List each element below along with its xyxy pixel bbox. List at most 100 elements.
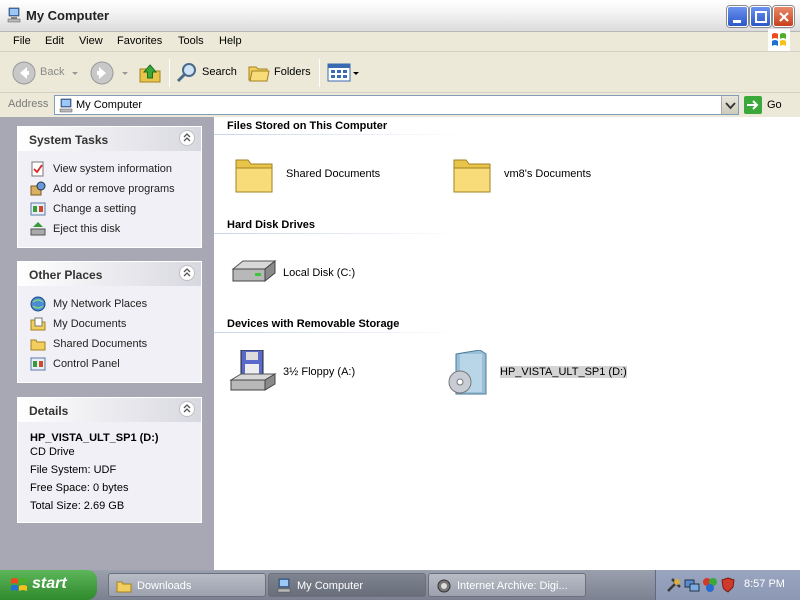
floppy-drive-icon bbox=[229, 350, 277, 391]
control-panel-icon bbox=[30, 202, 46, 216]
taskbar: start Downloads My Computer Internet Arc… bbox=[0, 570, 800, 600]
tray-security-icon[interactable] bbox=[702, 577, 718, 593]
menu-bar: File Edit View Favorites Tools Help bbox=[0, 32, 800, 52]
tray-tools-icon[interactable] bbox=[666, 577, 682, 593]
address-input[interactable]: My Computer bbox=[54, 95, 739, 115]
section-divider bbox=[214, 332, 464, 333]
maximize-button[interactable] bbox=[750, 6, 771, 27]
address-dropdown-button[interactable] bbox=[721, 96, 738, 114]
windows-logo-icon bbox=[768, 29, 790, 51]
forward-arrow-icon[interactable] bbox=[90, 61, 114, 85]
task-my-computer[interactable]: My Computer bbox=[268, 573, 426, 597]
cd-drive-icon bbox=[448, 350, 487, 395]
chevron-up-icon bbox=[183, 268, 191, 277]
details-panel: Details HP_VISTA_ULT_SP1 (D:) CD Drive F… bbox=[17, 397, 202, 523]
folder-icon bbox=[453, 159, 491, 193]
other-places-panel: Other Places My Network Places My Docume… bbox=[17, 261, 202, 383]
panel-title: System Tasks bbox=[29, 133, 109, 147]
system-tray: 8:57 PM bbox=[655, 570, 800, 600]
title-bar[interactable]: My Computer bbox=[0, 0, 800, 32]
my-documents-icon bbox=[30, 317, 46, 331]
computer-icon bbox=[7, 7, 21, 23]
search-button-label[interactable]: Search bbox=[202, 66, 237, 78]
forward-dropdown-icon[interactable] bbox=[120, 61, 130, 85]
tray-shield-icon[interactable] bbox=[720, 577, 736, 593]
folder-icon bbox=[235, 159, 273, 193]
up-folder-icon[interactable] bbox=[138, 61, 162, 85]
system-tasks-panel: System Tasks View system information Add… bbox=[17, 126, 202, 248]
toolbar-separator bbox=[169, 59, 170, 87]
item-local-disk-c[interactable]: Local Disk (C:) bbox=[229, 251, 429, 297]
window-title: My Computer bbox=[26, 8, 110, 23]
toolbar-separator bbox=[319, 59, 320, 87]
content-pane: Files Stored on This Computer Shared Doc… bbox=[214, 117, 800, 570]
chevron-down-icon bbox=[725, 102, 736, 110]
section-title-files: Files Stored on This Computer bbox=[227, 120, 388, 132]
go-label[interactable]: Go bbox=[767, 99, 782, 111]
eject-disk-icon bbox=[30, 222, 46, 236]
network-places-icon bbox=[30, 296, 46, 312]
panel-title: Other Places bbox=[29, 268, 103, 282]
folders-icon[interactable] bbox=[247, 61, 271, 85]
windows-logo-icon bbox=[11, 578, 27, 591]
menu-edit[interactable]: Edit bbox=[45, 35, 64, 47]
address-label: Address bbox=[8, 98, 49, 110]
close-button[interactable] bbox=[773, 6, 794, 27]
control-panel-icon bbox=[30, 357, 46, 371]
details-file-system: File System: UDF bbox=[30, 464, 117, 476]
item-floppy-a[interactable]: 3½ Floppy (A:) bbox=[229, 350, 429, 396]
system-tasks-header[interactable]: System Tasks bbox=[18, 127, 201, 151]
chevron-up-icon bbox=[183, 404, 191, 413]
collapse-button[interactable] bbox=[179, 401, 195, 417]
go-button[interactable] bbox=[744, 96, 762, 114]
system-info-icon bbox=[31, 161, 44, 177]
start-button[interactable]: start bbox=[0, 570, 97, 600]
views-icon[interactable] bbox=[327, 61, 361, 85]
section-divider bbox=[214, 134, 464, 135]
folder-icon bbox=[30, 339, 46, 351]
selected-item-label: HP_VISTA_ULT_SP1 (D:) bbox=[500, 366, 627, 378]
details-header[interactable]: Details bbox=[18, 398, 201, 422]
back-dropdown-icon[interactable] bbox=[70, 61, 80, 85]
item-shared-documents[interactable]: Shared Documents bbox=[232, 152, 432, 198]
menu-help[interactable]: Help bbox=[219, 35, 242, 47]
standard-toolbar: Back Search Folders bbox=[0, 53, 800, 93]
start-label: start bbox=[32, 575, 67, 592]
menu-tools[interactable]: Tools bbox=[178, 35, 204, 47]
chevron-up-icon bbox=[183, 133, 191, 142]
collapse-button[interactable] bbox=[179, 130, 195, 146]
task-internet-archive[interactable]: Internet Archive: Digi... bbox=[428, 573, 586, 597]
details-type: CD Drive bbox=[30, 446, 75, 458]
section-title-hdd: Hard Disk Drives bbox=[227, 219, 316, 231]
add-remove-programs-icon bbox=[30, 181, 46, 196]
address-bar: Address My Computer Go bbox=[0, 94, 800, 116]
hard-disk-icon bbox=[231, 259, 277, 283]
panel-title: Details bbox=[29, 404, 69, 418]
details-total-size: Total Size: 2.69 GB bbox=[30, 500, 125, 512]
go-arrow-icon bbox=[747, 100, 759, 110]
section-title-removable: Devices with Removable Storage bbox=[227, 318, 400, 330]
address-value: My Computer bbox=[76, 99, 143, 111]
back-button-label[interactable]: Back bbox=[40, 66, 64, 78]
details-free-space: Free Space: 0 bytes bbox=[30, 482, 129, 494]
collapse-button[interactable] bbox=[179, 265, 195, 281]
clock: 8:57 PM bbox=[744, 578, 785, 590]
tray-network-icon[interactable] bbox=[684, 577, 700, 593]
search-icon[interactable] bbox=[175, 61, 199, 85]
back-arrow-icon[interactable] bbox=[12, 61, 36, 85]
section-divider bbox=[214, 233, 464, 234]
menu-file[interactable]: File bbox=[13, 35, 31, 47]
item-vm8-documents[interactable]: vm8's Documents bbox=[450, 152, 650, 198]
task-pane: System Tasks View system information Add… bbox=[0, 117, 214, 570]
computer-icon bbox=[277, 578, 291, 593]
details-name: HP_VISTA_ULT_SP1 (D:) bbox=[30, 432, 159, 444]
menu-view[interactable]: View bbox=[79, 35, 103, 47]
item-cd-drive-d[interactable]: HP_VISTA_ULT_SP1 (D:) bbox=[446, 350, 646, 396]
folder-icon bbox=[116, 581, 132, 593]
task-downloads[interactable]: Downloads bbox=[108, 573, 266, 597]
other-places-header[interactable]: Other Places bbox=[18, 262, 201, 286]
menu-favorites[interactable]: Favorites bbox=[117, 35, 162, 47]
folders-button-label[interactable]: Folders bbox=[274, 66, 311, 78]
computer-icon bbox=[59, 98, 73, 113]
minimize-button[interactable] bbox=[727, 6, 748, 27]
